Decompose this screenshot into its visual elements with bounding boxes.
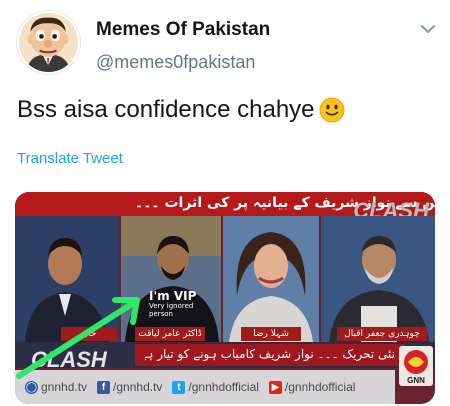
globe-icon: ◯	[25, 380, 38, 394]
nameplate-1: خان	[61, 327, 117, 341]
tweet-text: Bss aisa confidence chahye	[17, 96, 345, 124]
panel-guest-elder	[321, 216, 435, 342]
display-name[interactable]: Memes Of Pakistan	[96, 19, 270, 41]
social-youtube: ▶ /gnnhdofficial	[268, 380, 356, 394]
nameplate-3: شہلا رضا	[241, 327, 301, 341]
gnn-logo-text: GNN	[407, 376, 425, 385]
social-twitter: t /gnnhdofficial	[172, 380, 259, 394]
panel-anchor	[15, 216, 119, 342]
panel-guest-vip	[121, 216, 221, 342]
nameplate-4: چوہدری جعفر اقبال	[337, 327, 427, 341]
avatar-caricature-icon	[19, 13, 78, 72]
ticker-headline-text: نئی تحریک ۔۔۔ نواز شریف کامیاب ہونے کو ت…	[145, 347, 395, 361]
youtube-icon: ▶	[268, 380, 282, 394]
social-links-bar: ◯ gnnhd.tv f /gnnhd.tv t /gnnhdofficial …	[15, 370, 395, 404]
facebook-icon: f	[97, 380, 111, 394]
shirt-print-text: I'm VIP Very ignored person	[149, 289, 197, 319]
social-twitter-label: /gnnhdofficial	[188, 380, 259, 394]
user-handle[interactable]: @memes0fpakistan	[96, 52, 255, 73]
social-youtube-label: /gnnhdofficial	[284, 380, 356, 394]
twitter-icon: t	[172, 380, 186, 394]
tweet-header: Memes Of Pakistan @memes0fpakistan	[0, 0, 450, 90]
social-facebook: f /gnnhd.tv	[97, 380, 162, 394]
nameplate-2: ڈاکٹر عامر لیاقت	[135, 327, 205, 341]
tweet-media-image[interactable]: ن لیگ میں سے نواز شریف کے بیانیہ پر کی ا…	[15, 192, 435, 404]
translate-tweet-link[interactable]: Translate Tweet	[17, 150, 123, 167]
social-website-label: gnnhd.tv	[41, 380, 88, 394]
tweet-text-content: Bss aisa confidence chahye	[17, 96, 315, 123]
shirt-line-3: person	[149, 309, 173, 318]
slightly-smiling-face-icon	[319, 97, 345, 123]
social-website: ◯ gnnhd.tv	[25, 380, 87, 394]
profile-avatar[interactable]	[17, 11, 80, 74]
gnn-logo-icon: GNN	[399, 346, 433, 386]
social-facebook-label: /gnnhd.tv	[113, 380, 163, 394]
shirt-line-1: I'm VIP	[149, 289, 197, 303]
chevron-down-icon[interactable]	[418, 21, 438, 37]
panel-guest-woman	[223, 216, 319, 342]
